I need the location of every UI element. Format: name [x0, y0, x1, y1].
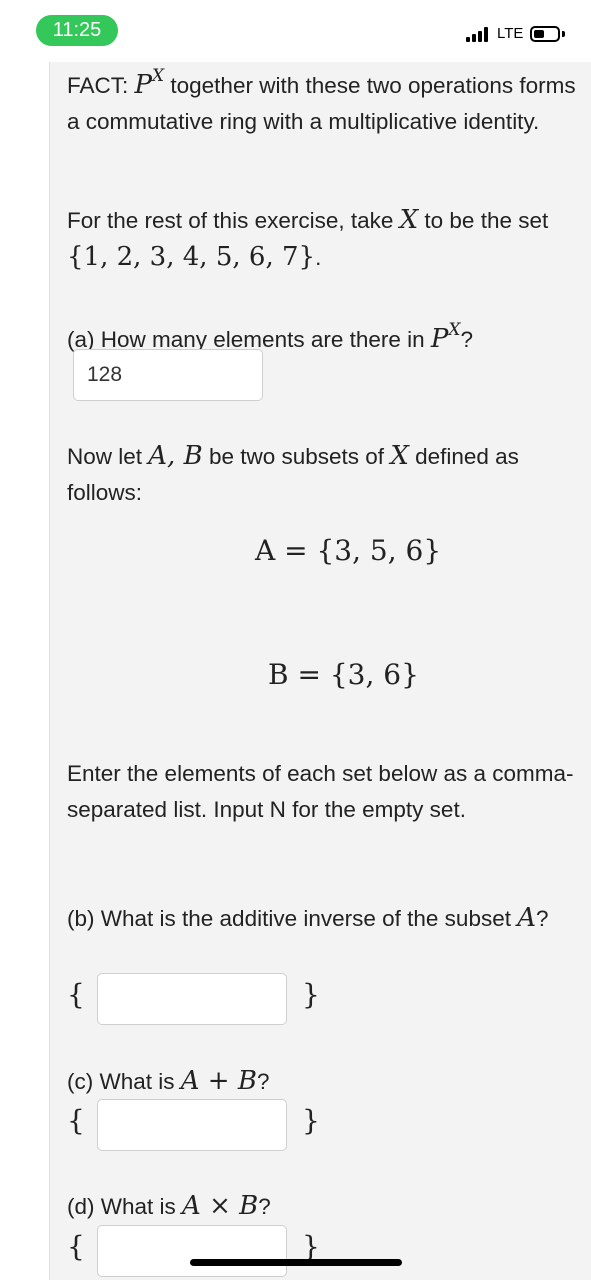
- answer-d-input[interactable]: [97, 1225, 287, 1277]
- question-a-end: ?: [460, 327, 474, 352]
- battery-icon: [530, 26, 560, 42]
- question-b: (b) What is the additive inverse of the …: [67, 900, 587, 937]
- set-a-definition: A = {3, 5, 6}: [255, 534, 442, 567]
- battery-tip: [562, 31, 565, 37]
- question-a-symbol: P: [430, 324, 449, 354]
- answer-c-open-brace: {: [67, 1104, 85, 1137]
- network-type: LTE: [497, 25, 524, 42]
- setup-intro: For the rest of this exercise, take: [67, 208, 400, 233]
- question-d-text: (d) What is: [67, 1194, 183, 1219]
- answer-b-input[interactable]: [97, 973, 287, 1025]
- question-c-expr: A + B: [180, 1066, 257, 1096]
- setup-mid: to be the set: [418, 208, 549, 233]
- answer-c-close-brace: }: [302, 1104, 320, 1137]
- question-b-var: A: [517, 903, 537, 933]
- question-d: (d) What is A × B?: [67, 1188, 587, 1225]
- question-c: (c) What is A + B?: [67, 1063, 587, 1100]
- question-d-end: ?: [258, 1194, 271, 1219]
- subsets-paragraph: Now let A, B be two subsets of X defined…: [67, 438, 587, 511]
- setup-paragraph: For the rest of this exercise, take X to…: [67, 202, 587, 276]
- set-b-definition: B = {3, 6}: [268, 658, 419, 691]
- question-b-text: (b) What is the additive inverse of the …: [67, 906, 518, 931]
- question-c-end: ?: [256, 1069, 270, 1094]
- fact-paragraph: FACT: PX together with these two operati…: [67, 58, 587, 140]
- question-c-text: (c) What is: [67, 1069, 181, 1094]
- answer-a-input[interactable]: 128: [73, 349, 263, 401]
- question-d-expr: A × B: [182, 1191, 259, 1221]
- subsets-var-x: X: [390, 441, 409, 471]
- status-bar: 11:25 LTE: [0, 0, 591, 62]
- status-time: 11:25: [36, 15, 118, 46]
- signal-icon: [466, 27, 490, 42]
- home-indicator[interactable]: [190, 1259, 402, 1266]
- fact-symbol: P: [134, 70, 153, 100]
- subsets-vars: A, B: [148, 441, 203, 471]
- fact-label: FACT:: [67, 73, 129, 98]
- instructions: Enter the elements of each set below as …: [67, 761, 574, 822]
- setup-set: {1, 2, 3, 4, 5, 6, 7}: [67, 242, 316, 272]
- fact-superscript: X: [152, 66, 165, 86]
- answer-d-open-brace: {: [67, 1230, 85, 1263]
- subsets-intro: Now let: [67, 444, 149, 469]
- setup-end: .: [315, 245, 322, 270]
- answer-b-close-brace: }: [302, 978, 320, 1011]
- answer-c-input[interactable]: [97, 1099, 287, 1151]
- question-a-superscript: X: [448, 320, 461, 340]
- subsets-mid: be two subsets of: [202, 444, 391, 469]
- setup-var-x: X: [399, 205, 419, 235]
- question-b-end: ?: [536, 906, 549, 931]
- answer-b-open-brace: {: [67, 978, 85, 1011]
